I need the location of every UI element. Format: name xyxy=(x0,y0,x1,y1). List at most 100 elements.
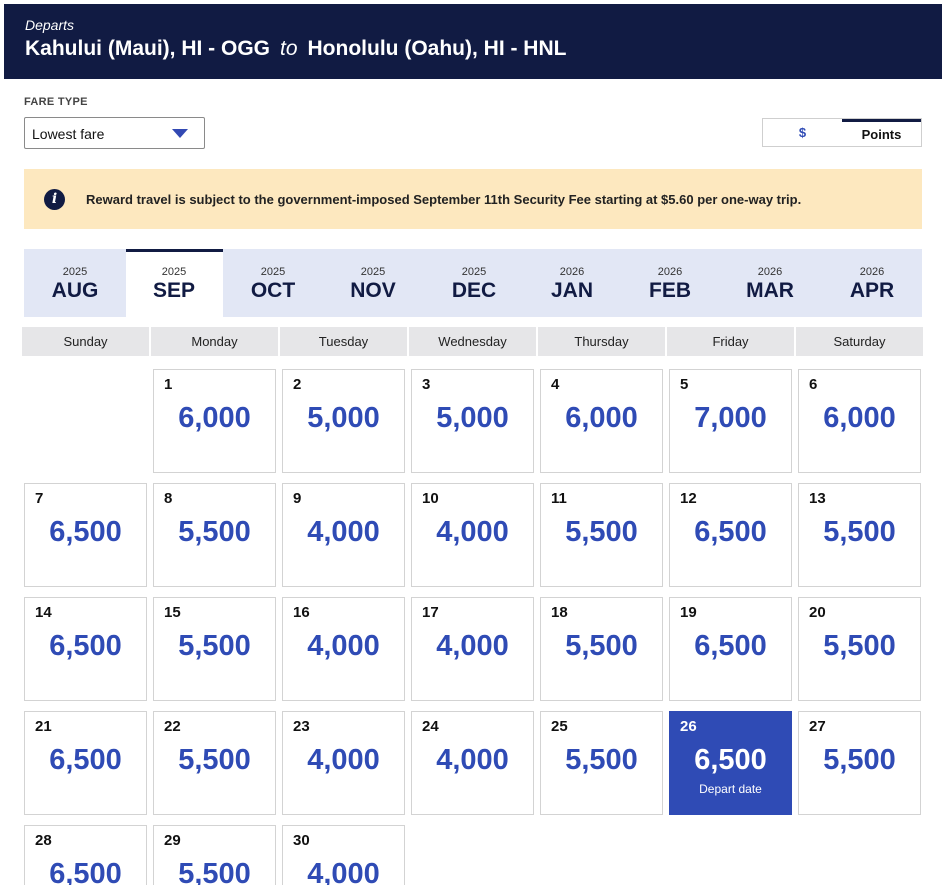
month-tab-year: 2025 xyxy=(360,266,386,278)
points-toggle-button[interactable]: Points xyxy=(842,119,921,146)
weekday-header: Tuesday xyxy=(280,327,407,356)
calendar-day[interactable]: 8 5,500 xyxy=(153,483,276,587)
calendar-day[interactable]: 4 6,000 xyxy=(540,369,663,473)
month-tab-aug[interactable]: 2025 AUG xyxy=(30,249,120,317)
day-number: 15 xyxy=(164,604,181,621)
month-tab-dec[interactable]: 2025 DEC xyxy=(429,249,519,317)
day-number: 20 xyxy=(809,604,826,621)
day-number: 28 xyxy=(35,832,52,849)
calendar-day[interactable]: 12 6,500 xyxy=(669,483,792,587)
calendar-day[interactable]: 24 4,000 xyxy=(411,711,534,815)
day-number: 6 xyxy=(809,376,818,393)
day-number: 2 xyxy=(293,376,302,393)
month-tab-label: DEC xyxy=(451,279,497,302)
day-points-price: 6,500 xyxy=(49,744,122,776)
calendar-day[interactable]: 2 5,000 xyxy=(282,369,405,473)
calendar-day[interactable]: 14 6,500 xyxy=(24,597,147,701)
month-tab-apr[interactable]: 2026 APR xyxy=(827,249,917,317)
calendar-day[interactable]: 16 4,000 xyxy=(282,597,405,701)
day-points-price: 5,500 xyxy=(178,858,251,885)
calendar-day[interactable]: 23 4,000 xyxy=(282,711,405,815)
day-points-price: 4,000 xyxy=(307,516,380,548)
calendar-day[interactable]: 21 6,500 xyxy=(24,711,147,815)
day-points-price: 6,000 xyxy=(823,402,896,434)
day-points-price: 4,000 xyxy=(307,630,380,662)
month-tab-year: 2025 xyxy=(161,266,187,278)
info-icon: i xyxy=(44,188,65,210)
calendar-day[interactable]: 10 4,000 xyxy=(411,483,534,587)
month-tab-label: NOV xyxy=(350,279,396,302)
day-points-price: 6,000 xyxy=(565,402,638,434)
dollar-toggle-button[interactable]: $ xyxy=(763,119,842,146)
day-points-price: 5,500 xyxy=(178,630,251,662)
day-number: 1 xyxy=(164,376,173,393)
depart-date-label: Depart date xyxy=(699,782,762,796)
month-tab-nov[interactable]: 2025 NOV xyxy=(328,249,418,317)
to-word: to xyxy=(280,37,298,60)
day-points-price: 6,500 xyxy=(694,744,767,776)
calendar-day[interactable]: 13 5,500 xyxy=(798,483,921,587)
day-points-price: 5,500 xyxy=(565,516,638,548)
calendar-day[interactable]: 17 4,000 xyxy=(411,597,534,701)
fare-type-select[interactable]: Lowest fare xyxy=(24,117,205,149)
calendar-day[interactable]: 3 5,000 xyxy=(411,369,534,473)
weekday-header: Friday xyxy=(667,327,794,356)
month-tab-year: 2025 xyxy=(260,266,286,278)
calendar-day[interactable]: 11 5,500 xyxy=(540,483,663,587)
month-tab-label: APR xyxy=(849,279,895,302)
calendar-day[interactable]: 22 5,500 xyxy=(153,711,276,815)
day-number: 22 xyxy=(164,718,181,735)
calendar-day[interactable]: 20 5,500 xyxy=(798,597,921,701)
security-fee-notice: i Reward travel is subject to the govern… xyxy=(24,169,922,229)
calendar-day[interactable]: 30 4,000 xyxy=(282,825,405,885)
month-tab-label: MAR xyxy=(746,279,794,302)
calendar-day[interactable]: 1 6,000 xyxy=(153,369,276,473)
calendar-day[interactable]: 29 5,500 xyxy=(153,825,276,885)
day-points-price: 6,500 xyxy=(49,630,122,662)
route-title: Kahului (Maui), HI - OGG to Honolulu (Oahu… xyxy=(25,37,566,61)
calendar-day-selected[interactable]: 26 6,500 Depart date xyxy=(669,711,792,815)
day-points-price: 6,500 xyxy=(694,516,767,548)
month-tab-label: SEP xyxy=(152,279,196,302)
day-points-price: 4,000 xyxy=(307,858,380,885)
weekday-header: Saturday xyxy=(796,327,923,356)
month-tab-mar[interactable]: 2026 MAR xyxy=(725,249,815,317)
calendar-day[interactable]: 18 5,500 xyxy=(540,597,663,701)
month-tab-label: OCT xyxy=(250,279,296,302)
day-number: 8 xyxy=(164,490,173,507)
calendar-day[interactable]: 25 5,500 xyxy=(540,711,663,815)
day-number: 21 xyxy=(35,718,52,735)
weekday-header: Monday xyxy=(151,327,278,356)
day-number: 7 xyxy=(35,490,44,507)
calendar-day[interactable]: 9 4,000 xyxy=(282,483,405,587)
month-tab-sep[interactable]: 2025 SEP xyxy=(125,249,223,317)
day-points-price: 6,500 xyxy=(694,630,767,662)
calendar-day[interactable]: 7 6,500 xyxy=(24,483,147,587)
day-points-price: 5,500 xyxy=(823,744,896,776)
calendar-day[interactable]: 27 5,500 xyxy=(798,711,921,815)
day-number: 9 xyxy=(293,490,302,507)
day-number: 13 xyxy=(809,490,826,507)
calendar-day[interactable]: 28 6,500 xyxy=(24,825,147,885)
day-points-price: 4,000 xyxy=(436,516,509,548)
calendar-day[interactable]: 6 6,000 xyxy=(798,369,921,473)
day-points-price: 5,500 xyxy=(565,744,638,776)
month-tab-jan[interactable]: 2026 JAN xyxy=(527,249,617,317)
day-points-price: 5,500 xyxy=(823,630,896,662)
day-number: 18 xyxy=(551,604,568,621)
calendar-day[interactable]: 15 5,500 xyxy=(153,597,276,701)
month-tab-oct[interactable]: 2025 OCT xyxy=(228,249,318,317)
day-points-price: 4,000 xyxy=(436,744,509,776)
fare-type-label: FARE TYPE xyxy=(24,96,88,108)
month-tab-year: 2026 xyxy=(559,266,585,278)
day-number: 19 xyxy=(680,604,697,621)
chevron-down-icon xyxy=(172,129,188,138)
calendar-day[interactable]: 5 7,000 xyxy=(669,369,792,473)
day-points-price: 7,000 xyxy=(694,402,767,434)
month-tab-feb[interactable]: 2026 FEB xyxy=(625,249,715,317)
calendar-day[interactable]: 19 6,500 xyxy=(669,597,792,701)
weekday-header: Wednesday xyxy=(409,327,536,356)
month-tab-year: 2026 xyxy=(657,266,683,278)
day-number: 26 xyxy=(680,718,697,735)
destination-city: Honolulu (Oahu), HI - HNL xyxy=(307,37,567,60)
